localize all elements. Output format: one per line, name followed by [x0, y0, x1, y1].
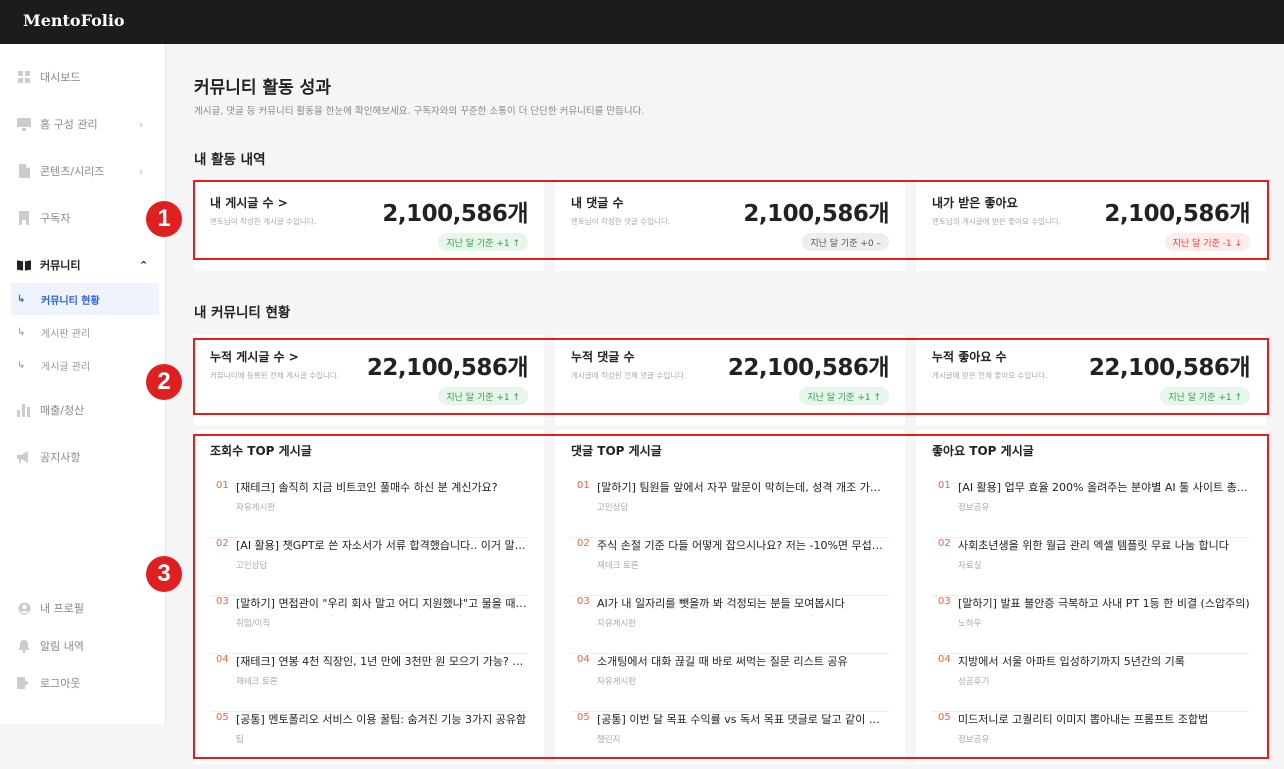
sidebar-item-label: 커뮤니티 [40, 259, 81, 272]
sidebar-item-logout[interactable]: 로그아웃 [0, 669, 166, 697]
sidebar-subitem-label: 커뮤니티 현황 [41, 295, 100, 307]
bell-icon [17, 639, 31, 653]
page-title: 커뮤니티 활동 성과 [194, 78, 331, 98]
section-title-community-status: 내 커뮤니티 현황 [194, 305, 291, 321]
subitem-arrow-icon: ↳ [17, 359, 26, 371]
sidebar-item-subscribers[interactable]: 구독자 [0, 204, 166, 232]
bar-chart-icon [17, 403, 31, 417]
sidebar-item-community[interactable]: 커뮤니티 ⌃ [0, 251, 166, 279]
annotation-box-1 [193, 180, 1269, 260]
section-title-my-activity: 내 활동 내역 [194, 152, 266, 168]
subitem-arrow-icon: ↳ [17, 293, 26, 305]
sidebar-item-home-config[interactable]: 홈 구성 관리 › [0, 110, 166, 138]
sidebar-subitem-label: 게시글 관리 [41, 361, 91, 373]
annotation-box-3 [193, 434, 1269, 759]
megaphone-icon [17, 450, 31, 464]
sidebar-item-contents[interactable]: 콘텐츠/시리즈 › [0, 157, 166, 185]
sidebar-subitem-label: 게시판 관리 [41, 328, 91, 340]
annotation-number-1: 1 [146, 201, 182, 237]
sidebar-subitem-board-admin[interactable]: ↳ 게시판 관리 [11, 316, 159, 348]
annotation-number-3: 3 [146, 556, 182, 592]
sidebar-item-label: 내 프로필 [40, 602, 84, 615]
annotation-box-2 [193, 338, 1269, 415]
chevron-up-icon: ⌃ [139, 258, 149, 272]
annotation-number-2: 2 [146, 364, 182, 400]
sidebar-item-label: 알림 내역 [40, 640, 84, 653]
sidebar-item-label: 콘텐츠/시리즈 [40, 165, 105, 178]
logout-icon [17, 676, 31, 690]
subitem-arrow-icon: ↳ [17, 326, 26, 338]
book-icon [17, 258, 31, 272]
sidebar-subitem-post-admin[interactable]: ↳ 게시글 관리 [11, 349, 159, 381]
user-icon [17, 601, 31, 615]
sidebar-item-profile[interactable]: 내 프로필 [0, 594, 166, 622]
sidebar-item-notifications[interactable]: 알림 내역 [0, 632, 166, 660]
document-icon [17, 164, 31, 178]
sidebar-item-label: 로그아웃 [40, 677, 81, 690]
sidebar-item-label: 홈 구성 관리 [40, 118, 98, 131]
sidebar-item-label: 매출/정산 [40, 404, 85, 417]
sidebar-item-notices[interactable]: 공지사항 [0, 443, 166, 471]
monitor-icon [17, 117, 31, 131]
chevron-right-icon: › [139, 117, 144, 131]
sidebar-item-dashboard[interactable]: 대시보드 [0, 63, 166, 91]
sidebar-item-label: 대시보드 [40, 71, 81, 84]
sidebar-item-sales[interactable]: 매출/정산 [0, 396, 166, 424]
building-icon [17, 211, 31, 225]
dashboard-icon [17, 70, 31, 84]
top-bar: MentoFolio [0, 0, 1284, 44]
app-logo[interactable]: MentoFolio [23, 11, 125, 30]
sidebar-item-label: 구독자 [40, 212, 71, 225]
sidebar-subitem-community-status[interactable]: ↳ 커뮤니티 현황 [11, 283, 159, 315]
page-description: 게시글, 댓글 등 커뮤니티 활동을 한눈에 확인해보세요. 구독자와의 꾸준한… [194, 106, 645, 117]
sidebar-item-label: 공지사항 [40, 451, 81, 464]
chevron-right-icon: › [139, 164, 144, 178]
sidebar: 대시보드 홈 구성 관리 › 콘텐츠/시리즈 › 구독자 커뮤니티 ⌃ ↳ 커뮤… [0, 44, 166, 724]
